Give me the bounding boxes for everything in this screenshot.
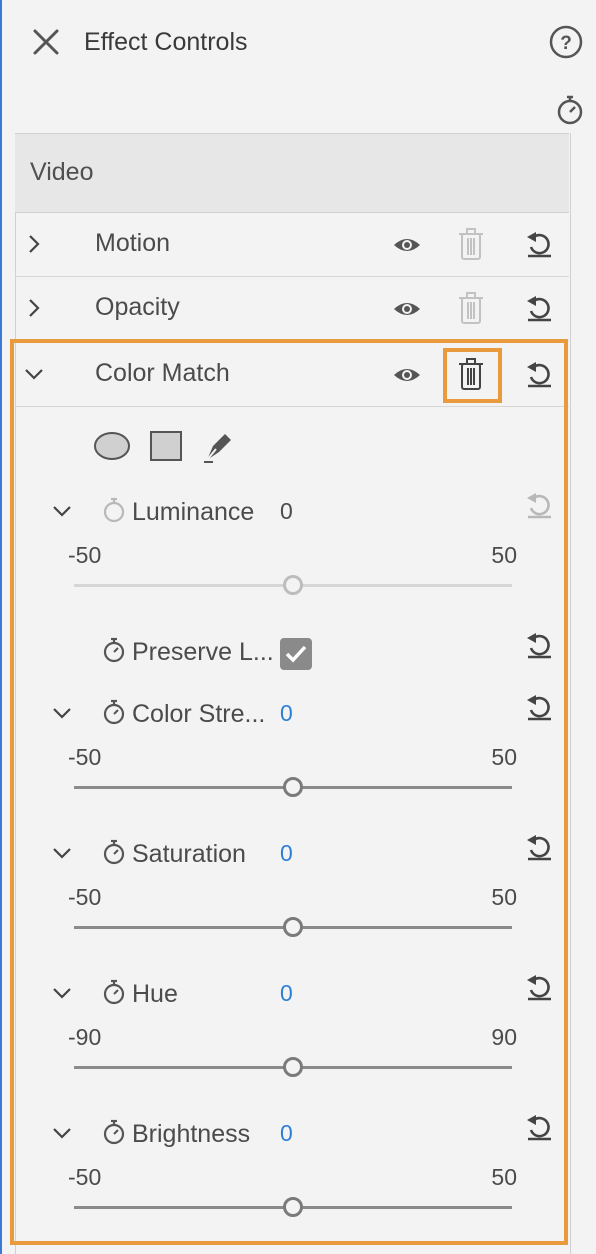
param-name: Luminance: [132, 498, 255, 526]
rectangle-mask-icon[interactable]: [149, 430, 183, 462]
stopwatch-icon[interactable]: [101, 1118, 127, 1146]
param-value[interactable]: 0: [280, 980, 293, 1007]
chevron-right-icon[interactable]: [23, 297, 45, 319]
param-value: 0: [280, 498, 293, 524]
param-value[interactable]: 0: [280, 840, 293, 867]
param-value[interactable]: 0: [280, 700, 293, 727]
slider-max: 50: [491, 884, 517, 910]
reset-icon: [527, 493, 551, 519]
help-icon[interactable]: ?: [548, 24, 584, 60]
eye-icon[interactable]: [392, 296, 422, 322]
slider-min: -50: [68, 1164, 102, 1190]
ellipse-mask-icon[interactable]: [93, 431, 131, 461]
param-name: Preserve L...: [132, 638, 274, 666]
section-header-video: Video: [15, 133, 569, 213]
param-name: Color Stre...: [132, 700, 266, 728]
slider-min: -50: [68, 744, 102, 770]
effect-label: Color Match: [95, 359, 230, 387]
eye-icon[interactable]: [392, 362, 422, 388]
chevron-down-icon[interactable]: [50, 982, 74, 1004]
reset-icon[interactable]: [524, 972, 554, 1002]
slider-max: 90: [491, 1024, 517, 1050]
param-value[interactable]: 0: [280, 1120, 293, 1147]
chevron-down-icon[interactable]: [50, 842, 74, 864]
chevron-down-icon[interactable]: [50, 500, 74, 522]
stopwatch-icon[interactable]: [101, 838, 127, 866]
slider-thumb[interactable]: [283, 1057, 303, 1077]
reset-icon[interactable]: [524, 1112, 554, 1142]
chevron-down-icon[interactable]: [50, 1122, 74, 1144]
stopwatch-icon[interactable]: [101, 698, 127, 726]
param-name: Saturation: [132, 840, 246, 868]
effect-row-motion[interactable]: Motion: [15, 213, 569, 277]
close-icon[interactable]: [30, 26, 62, 58]
param-name: Brightness: [132, 1120, 251, 1148]
panel-title: Effect Controls: [84, 28, 248, 56]
pen-mask-icon[interactable]: [201, 428, 237, 464]
effect-row-opacity[interactable]: Opacity: [15, 277, 569, 341]
checkmark-icon: [285, 645, 307, 663]
stopwatch-icon[interactable]: [101, 978, 127, 1006]
reset-icon[interactable]: [524, 692, 554, 722]
reset-icon[interactable]: [524, 630, 554, 660]
effect-row-color-match[interactable]: Color Match: [15, 343, 569, 407]
section-label: Video: [30, 158, 94, 186]
param-name: Hue: [132, 980, 178, 1008]
stopwatch-icon[interactable]: [555, 94, 585, 126]
slider-max: 50: [491, 542, 517, 568]
svg-text:?: ?: [560, 33, 572, 54]
preserve-checkbox[interactable]: [280, 638, 312, 670]
effect-label: Motion: [95, 229, 171, 257]
chevron-down-icon[interactable]: [50, 702, 74, 724]
stopwatch-icon[interactable]: [101, 636, 127, 664]
slider-thumb[interactable]: [283, 1197, 303, 1217]
effect-label: Opacity: [95, 293, 180, 321]
stopwatch-icon: [103, 497, 125, 523]
chevron-down-icon[interactable]: [23, 363, 45, 385]
slider-thumb[interactable]: [283, 917, 303, 937]
eye-icon[interactable]: [392, 232, 422, 258]
slider-max: 50: [491, 744, 517, 770]
panel-left-border: [0, 0, 2, 1254]
slider-min: -90: [68, 1024, 102, 1050]
panel-header: Effect Controls ?: [2, 0, 596, 85]
slider-min: -50: [68, 542, 102, 568]
reset-icon[interactable]: [524, 293, 554, 323]
slider-thumb[interactable]: [283, 777, 303, 797]
slider-min: -50: [68, 884, 102, 910]
reset-icon[interactable]: [524, 832, 554, 862]
slider-max: 50: [491, 1164, 517, 1190]
trash-icon: [459, 292, 483, 324]
reset-icon[interactable]: [524, 229, 554, 259]
mask-tools: [93, 428, 253, 468]
reset-icon[interactable]: [524, 359, 554, 389]
slider-thumb: [283, 575, 303, 595]
trash-icon: [459, 228, 483, 260]
trash-icon[interactable]: [457, 357, 485, 391]
chevron-right-icon[interactable]: [23, 233, 45, 255]
